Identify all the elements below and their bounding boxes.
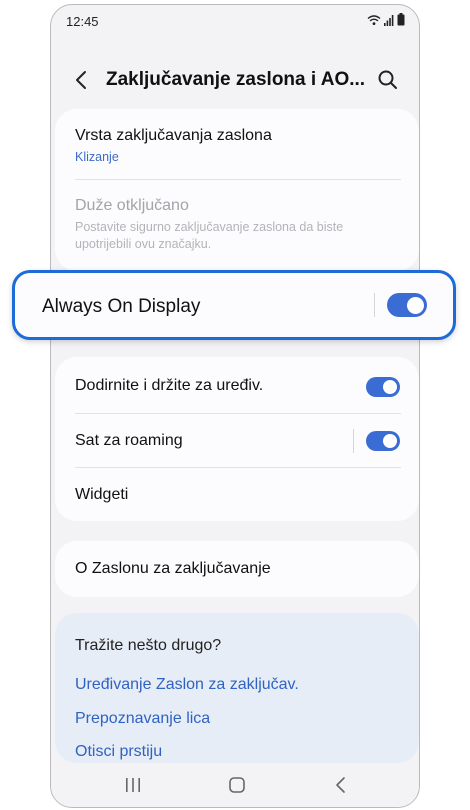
- extend-unlock-desc: Postavite sigurno zaključavanje zaslona …: [75, 220, 344, 251]
- extend-unlock-row: Duže otključano Postavite sigurno zaklju…: [75, 197, 401, 253]
- recents-icon: [126, 778, 140, 792]
- search-button[interactable]: [375, 67, 401, 93]
- about-row[interactable]: O Zaslonu za zaključavanje: [75, 560, 401, 578]
- suggestion-link-face-recognition[interactable]: Prepoznavanje lica: [75, 710, 210, 728]
- tap-hold-toggle[interactable]: [366, 377, 400, 397]
- roaming-clock-label: Sat za roaming: [75, 432, 183, 449]
- battery-icon: [397, 13, 405, 26]
- toggle-knob: [383, 380, 397, 394]
- recents-button[interactable]: [121, 773, 145, 797]
- tap-hold-label: Dodirnite i držite za uređiv.: [75, 377, 264, 394]
- home-button[interactable]: [225, 773, 249, 797]
- extend-unlock-title: Duže otključano: [75, 197, 189, 214]
- aod-label: Always On Display: [42, 296, 201, 317]
- display-settings-card: Dodirnite i držite za uređiv. Sat za roa…: [55, 357, 419, 521]
- widgets-row[interactable]: Widgeti: [75, 486, 401, 510]
- vertical-separator: [353, 429, 354, 453]
- divider: [75, 413, 401, 414]
- suggestion-link-edit-lock-screen[interactable]: Uređivanje Zaslon za zaključav.: [75, 676, 299, 694]
- app-header: Zaključavanje zaslona i AO...: [51, 59, 419, 103]
- suggestions-card: Tražite nešto drugo? Uređivanje Zaslon z…: [55, 613, 419, 763]
- roaming-clock-toggle[interactable]: [366, 431, 400, 451]
- back-arrow-icon: [76, 71, 86, 89]
- back-button[interactable]: [69, 67, 95, 93]
- nav-back-icon: [336, 777, 345, 793]
- lock-settings-card: Vrsta zaključavanja zaslona Klizanje Duž…: [55, 109, 419, 271]
- lock-type-value: Klizanje: [75, 150, 119, 164]
- status-time: 12:45: [66, 14, 99, 29]
- page-title: Zaključavanje zaslona i AO...: [106, 69, 366, 90]
- toggle-knob: [383, 434, 397, 448]
- toggle-knob: [406, 296, 424, 314]
- aod-toggle[interactable]: [387, 293, 427, 317]
- always-on-display-row[interactable]: Always On Display: [12, 270, 456, 340]
- lock-type-row[interactable]: Vrsta zaključavanja zaslona Klizanje: [75, 127, 401, 164]
- status-bar: 12:45: [51, 5, 419, 37]
- vertical-separator: [374, 293, 375, 317]
- home-icon: [229, 777, 245, 793]
- suggestion-link-fingerprints[interactable]: Otisci prstiju: [75, 743, 162, 761]
- about-label: O Zaslonu za zaključavanje: [75, 560, 271, 577]
- search-icon: [378, 70, 397, 89]
- divider: [75, 467, 401, 468]
- about-card: O Zaslonu za zaključavanje: [55, 541, 419, 597]
- suggestions-title: Tražite nešto drugo?: [75, 637, 222, 654]
- wifi-icon: [367, 14, 381, 25]
- widgets-label: Widgeti: [75, 486, 129, 503]
- tap-hold-row[interactable]: Dodirnite i držite za uređiv.: [75, 377, 401, 401]
- status-icons: [367, 13, 405, 26]
- phone-screen: 12:45 Zaključavanje zaslona i AO... Vrst…: [50, 4, 420, 808]
- lock-type-title: Vrsta zaključavanja zaslona: [75, 127, 272, 144]
- nav-back-button[interactable]: [329, 773, 353, 797]
- navigation-bar: [51, 763, 419, 807]
- signal-icon: [384, 14, 394, 26]
- divider: [75, 179, 401, 180]
